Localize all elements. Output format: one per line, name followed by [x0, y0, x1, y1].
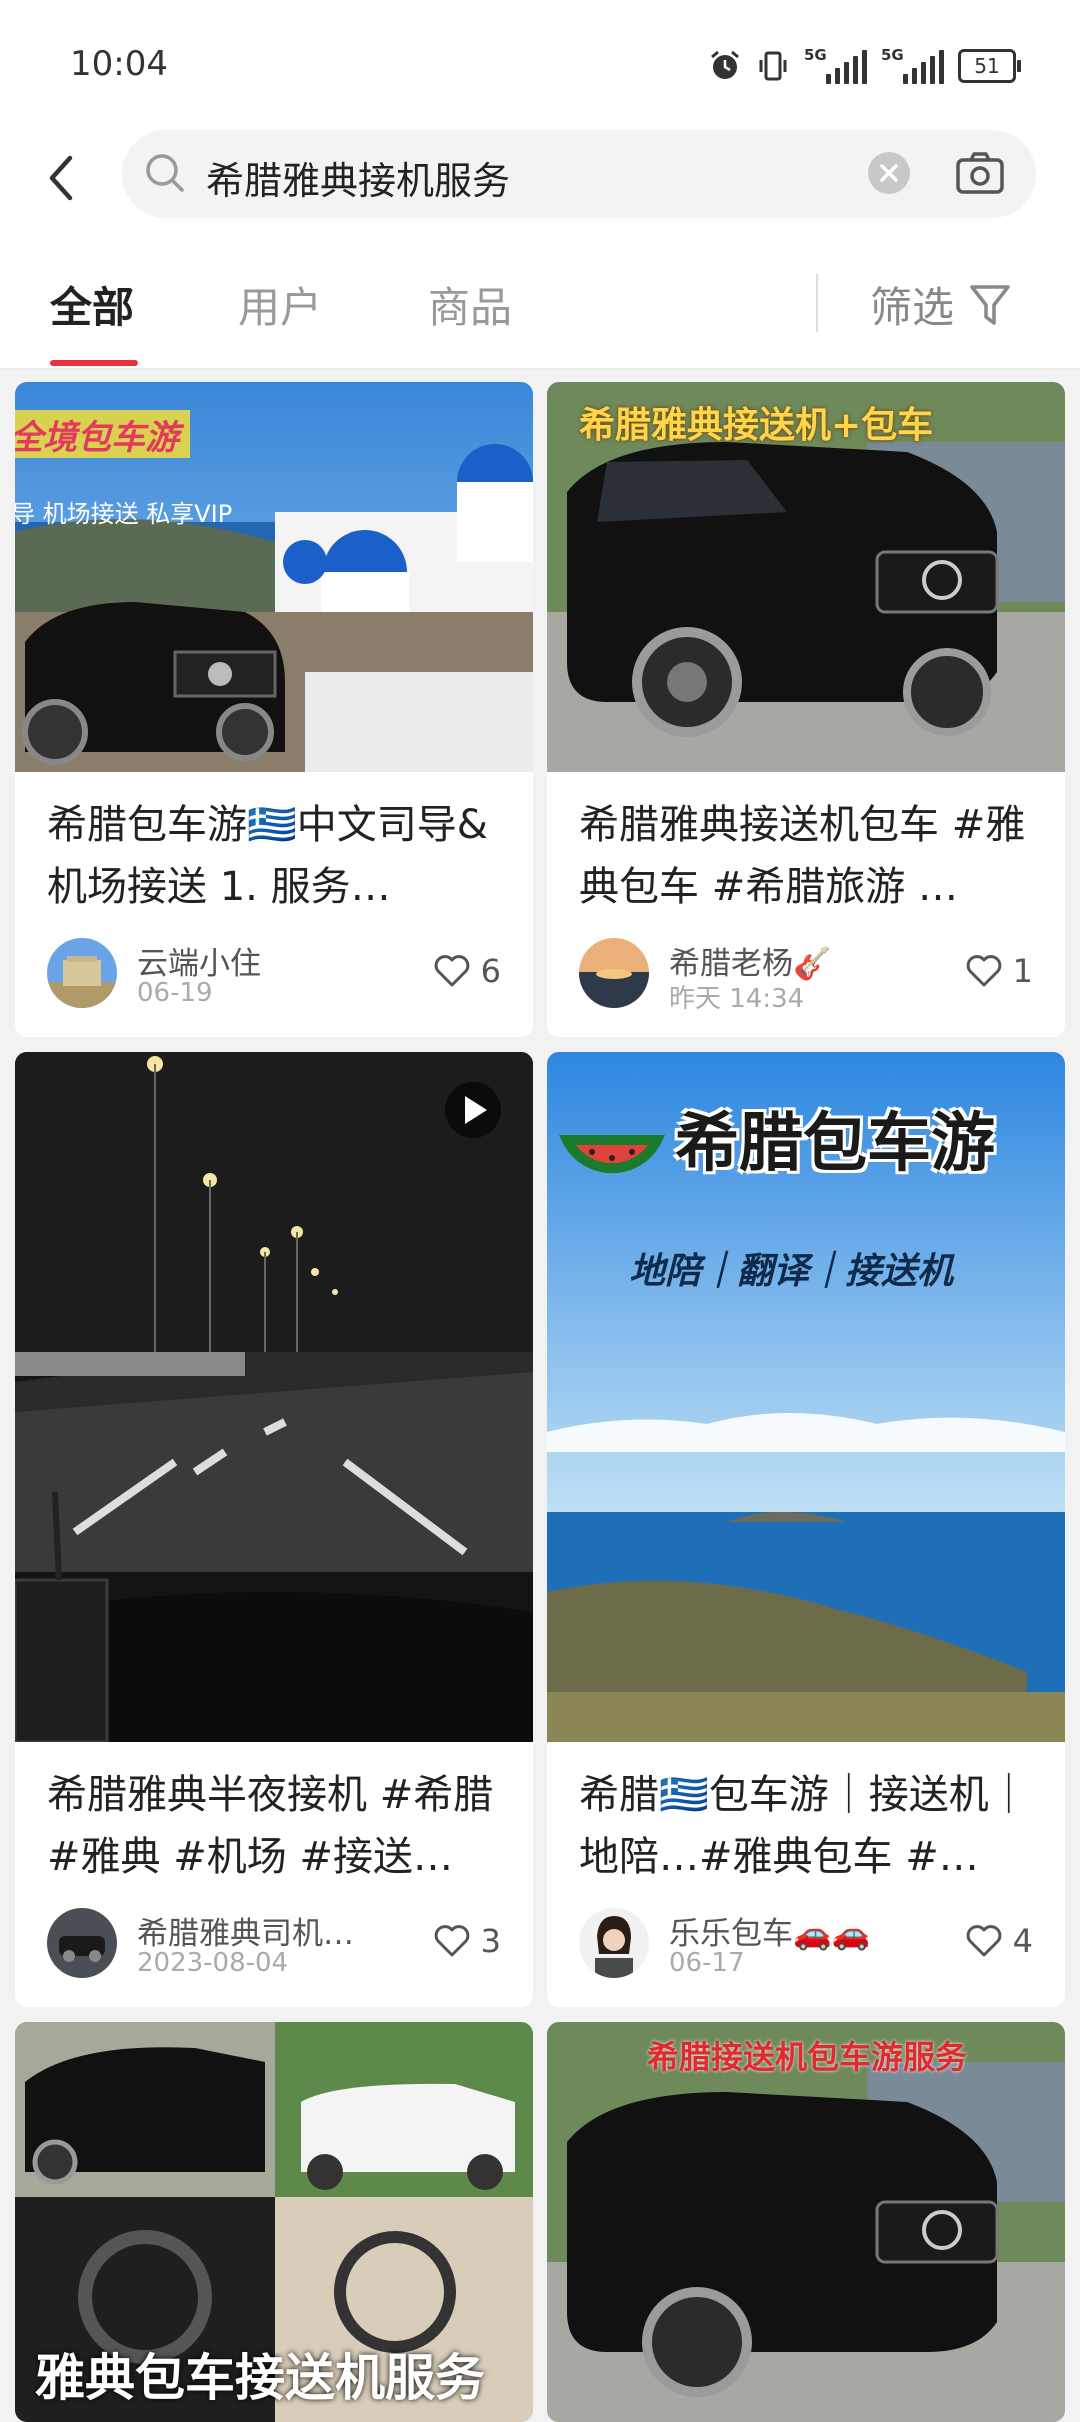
avatar[interactable] — [47, 938, 117, 1008]
note-title[interactable]: 希腊包车游🇬🇷中文司导&机场接送 1. 服务… — [47, 794, 501, 918]
author-name[interactable]: 乐乐包车🚗🚗 — [669, 1908, 870, 1953]
heart-icon — [966, 1925, 1001, 1957]
like-count: 4 — [1012, 1922, 1033, 1960]
like-count: 1 — [1012, 952, 1033, 990]
status-time: 10:04 — [70, 44, 168, 84]
vibrate-icon — [759, 51, 787, 81]
like-count: 3 — [480, 1922, 501, 1960]
close-icon — [880, 164, 898, 182]
post-date: 06-19 — [137, 978, 213, 1008]
author-row[interactable]: 乐乐包车🚗🚗 06-17 4 — [579, 1908, 1033, 1980]
search-query-text[interactable]: 希腊雅典接机服务 — [206, 150, 510, 205]
result-tabs: 全部 用户 商品 筛选 — [0, 230, 1080, 369]
battery-icon: 51 — [958, 49, 1021, 83]
image-caption: 雅典包车接送机服务 — [35, 2349, 485, 2407]
author-row[interactable]: 云端小住 06-19 6 — [47, 938, 501, 1010]
image-caption: 希腊雅典接送机+包车 — [579, 405, 934, 446]
image-caption: 全境包车游 — [15, 418, 179, 458]
avatar[interactable] — [47, 1908, 117, 1978]
note-cover-image: 全境包车游 导 机场接送 私享VIP — [15, 382, 533, 772]
image-caption: 希腊包车游 — [675, 1107, 995, 1181]
post-date: 昨天 14:34 — [669, 984, 805, 1014]
note-card[interactable]: 希腊包车游 地陪｜翻译｜接送机 希腊🇬🇷包车游｜接送机｜地陪…#雅典包车 #… … — [547, 1052, 1065, 2007]
note-cover-image: 希腊包车游 地陪｜翻译｜接送机 — [547, 1052, 1065, 1742]
camera-icon[interactable] — [950, 144, 1010, 204]
heart-icon — [434, 1925, 469, 1957]
active-tab-indicator — [50, 360, 138, 366]
back-arrow-icon[interactable] — [34, 148, 94, 208]
note-card[interactable]: 雅典包车接送机服务 — [15, 2022, 533, 2422]
signal-label-2: 5G — [881, 46, 904, 64]
author-row[interactable]: 希腊雅典司机… 2023-08-04 3 — [47, 1908, 501, 1980]
tab-products[interactable]: 商品 — [428, 274, 512, 335]
tab-users[interactable]: 用户 — [238, 274, 322, 335]
note-card[interactable]: 希腊接送机包车游服务 — [547, 2022, 1065, 2422]
like-button[interactable]: 3 — [433, 1922, 501, 1960]
clear-search-button[interactable] — [868, 152, 910, 194]
author-row[interactable]: 希腊老杨🎸 昨天 14:34 1 — [579, 938, 1033, 1014]
search-header: 希腊雅典接机服务 — [0, 130, 1080, 230]
filter-label: 筛选 — [870, 283, 955, 332]
avatar[interactable] — [579, 938, 649, 1008]
tab-divider — [816, 274, 818, 332]
note-cover-image: 希腊接送机包车游服务 — [547, 2022, 1065, 2422]
note-title[interactable]: 希腊雅典接送机包车 #雅典包车 #希腊旅游 … — [579, 794, 1033, 918]
signal-label: 5G — [804, 46, 827, 64]
heart-icon — [434, 955, 469, 987]
image-caption: 希腊接送机包车游服务 — [647, 2038, 968, 2076]
like-button[interactable]: 1 — [965, 952, 1033, 990]
note-cover-image — [15, 1052, 533, 1742]
status-icons: 5G 5G 51 — [708, 44, 1021, 88]
author-name[interactable]: 希腊雅典司机… — [137, 1908, 354, 1953]
signal-icon-2: 5G — [881, 46, 944, 84]
search-input[interactable]: 希腊雅典接机服务 — [122, 130, 1036, 218]
note-card[interactable]: 希腊雅典半夜接机 #希腊 #雅典 #机场 #接送… 希腊雅典司机… 2023-0… — [15, 1052, 533, 2007]
author-name[interactable]: 云端小住 — [137, 938, 261, 983]
post-date: 06-17 — [669, 1948, 745, 1978]
post-date: 2023-08-04 — [137, 1948, 289, 1978]
status-bar: 10:04 5G 5G 51 — [0, 0, 1080, 130]
filter-button[interactable]: 筛选 — [870, 274, 1012, 335]
note-cover-image: 雅典包车接送机服务 — [15, 2022, 533, 2422]
note-title[interactable]: 希腊雅典半夜接机 #希腊 #雅典 #机场 #接送… — [47, 1764, 501, 1888]
note-title[interactable]: 希腊🇬🇷包车游｜接送机｜地陪…#雅典包车 #… — [579, 1764, 1033, 1888]
image-subcaption: 地陪｜翻译｜接送机 — [629, 1251, 954, 1292]
tab-all[interactable]: 全部 — [50, 274, 134, 335]
search-icon — [146, 154, 184, 192]
note-cover-image: 希腊雅典接送机+包车 — [547, 382, 1065, 772]
like-button[interactable]: 6 — [433, 952, 501, 990]
alarm-icon — [711, 50, 739, 79]
signal-icon: 5G — [804, 46, 867, 84]
author-name[interactable]: 希腊老杨🎸 — [669, 938, 832, 983]
note-card[interactable]: 全境包车游 导 机场接送 私享VIP 希腊包车游🇬🇷中文司导&机场接送 1. 服… — [15, 382, 533, 1037]
heart-icon — [966, 955, 1001, 987]
avatar[interactable] — [579, 1908, 649, 1978]
filter-icon — [970, 284, 1010, 325]
like-count: 6 — [480, 952, 501, 990]
image-subcaption: 导 机场接送 私享VIP — [15, 500, 233, 528]
note-card[interactable]: 希腊雅典接送机+包车 希腊雅典接送机包车 #雅典包车 #希腊旅游 … 希腊老杨🎸… — [547, 382, 1065, 1037]
like-button[interactable]: 4 — [965, 1922, 1033, 1960]
